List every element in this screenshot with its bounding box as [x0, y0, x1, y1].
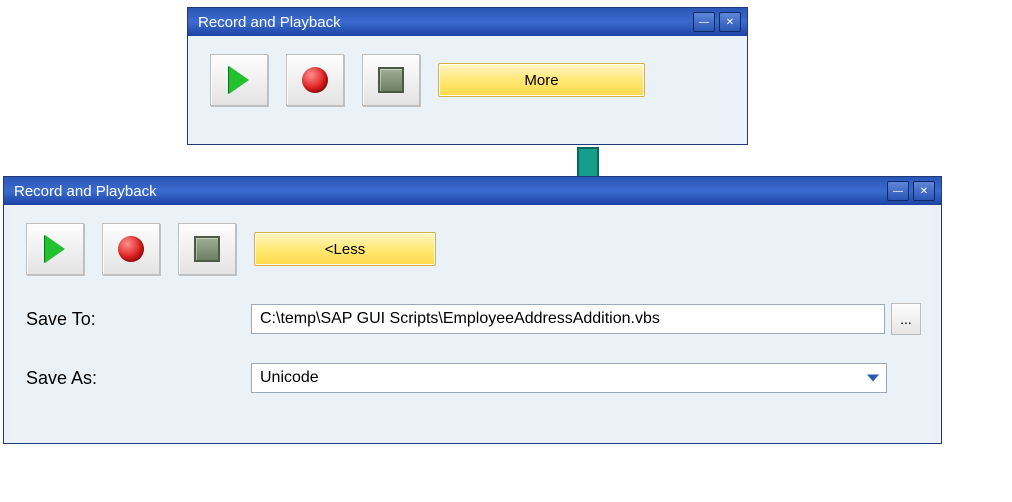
close-button[interactable]: ✕: [719, 12, 741, 32]
titlebar[interactable]: Record and Playback — ✕: [188, 8, 747, 36]
minimize-button[interactable]: —: [693, 12, 715, 32]
stop-icon: [194, 236, 220, 262]
save-as-select[interactable]: Unicode: [251, 363, 887, 393]
titlebar[interactable]: Record and Playback — ✕: [4, 177, 941, 205]
save-to-input[interactable]: [251, 304, 885, 334]
stop-button[interactable]: [178, 223, 236, 275]
record-playback-window-collapsed: Record and Playback — ✕ More: [187, 7, 748, 145]
close-icon: ✕: [920, 186, 928, 197]
save-as-row: Save As: Unicode: [26, 363, 921, 393]
play-icon: [229, 66, 249, 94]
play-icon: [45, 235, 65, 263]
less-button-label: <Less: [325, 241, 365, 258]
save-as-select-wrap: Unicode: [251, 363, 887, 393]
play-button[interactable]: [210, 54, 268, 106]
save-as-selected-value: Unicode: [260, 369, 319, 387]
record-button[interactable]: [102, 223, 160, 275]
play-button[interactable]: [26, 223, 84, 275]
window-title: Record and Playback: [198, 14, 689, 31]
stop-icon: [378, 67, 404, 93]
ellipsis-icon: ...: [900, 311, 912, 327]
save-to-row: Save To: ...: [26, 303, 921, 335]
toolbar: <Less: [26, 223, 921, 275]
close-button[interactable]: ✕: [913, 181, 935, 201]
toolbar: More: [210, 54, 727, 106]
close-icon: ✕: [726, 17, 734, 28]
minimize-button[interactable]: —: [887, 181, 909, 201]
record-button[interactable]: [286, 54, 344, 106]
more-button[interactable]: More: [438, 63, 645, 97]
minimize-icon: —: [699, 17, 709, 28]
minimize-icon: —: [893, 186, 903, 197]
window-body: More: [188, 36, 747, 124]
save-as-label: Save As:: [26, 368, 251, 389]
less-button[interactable]: <Less: [254, 232, 436, 266]
stop-button[interactable]: [362, 54, 420, 106]
browse-button[interactable]: ...: [891, 303, 921, 335]
record-playback-window-expanded: Record and Playback — ✕ <Less Save To: .…: [3, 176, 942, 444]
more-button-label: More: [524, 72, 558, 89]
record-icon: [302, 67, 328, 93]
window-title: Record and Playback: [14, 183, 883, 200]
save-to-label: Save To:: [26, 309, 251, 330]
record-icon: [118, 236, 144, 262]
window-body: <Less Save To: ... Save As: Unicode: [4, 205, 941, 411]
